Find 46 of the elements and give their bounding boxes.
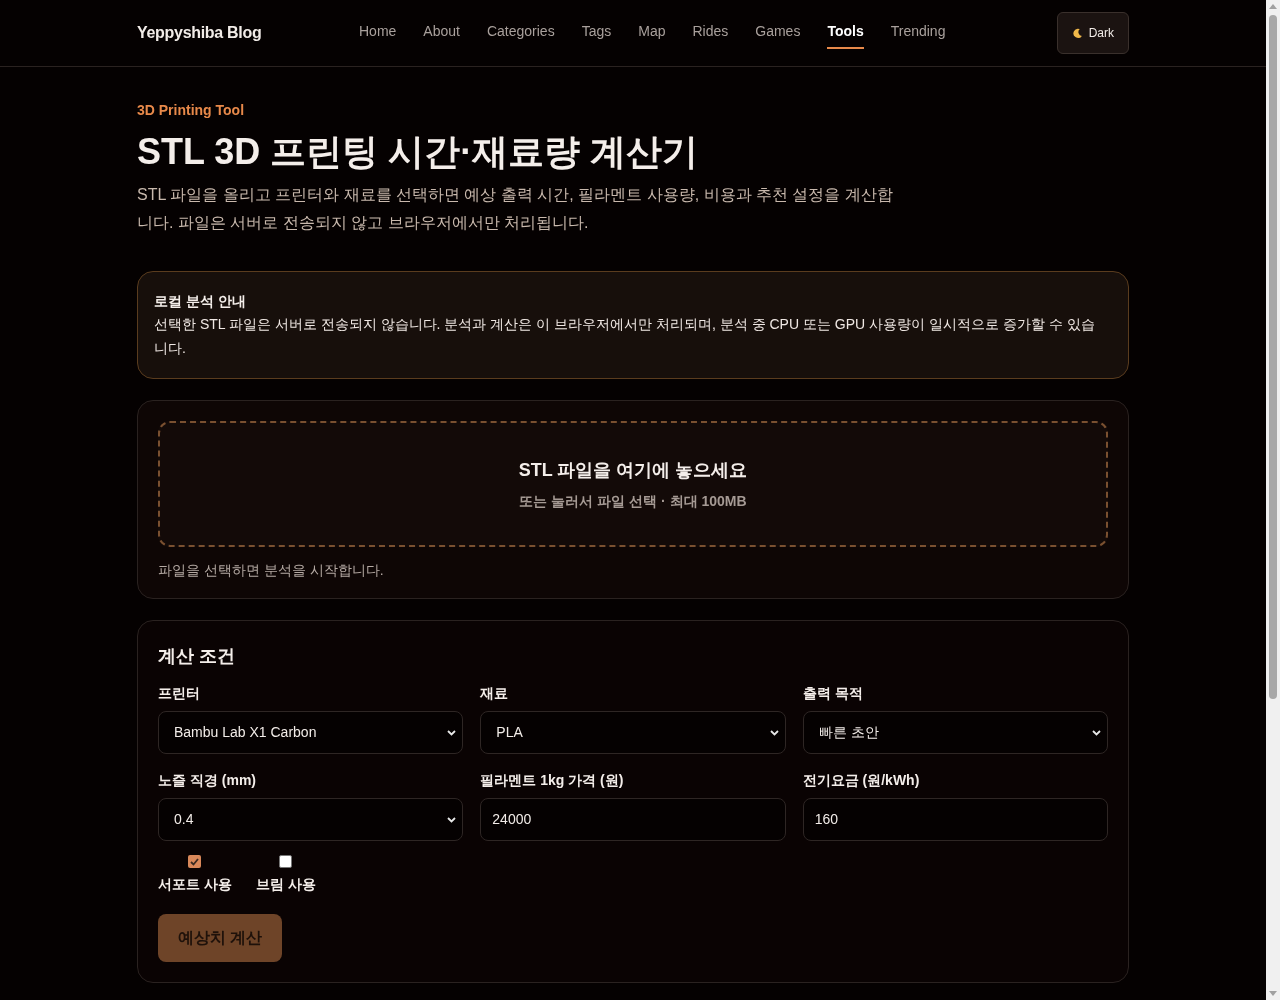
checkbox[interactable]	[279, 855, 293, 868]
input-field[interactable]: 160	[802, 798, 1108, 841]
chevron-down-icon	[447, 729, 457, 736]
field-label: 노즐 직경 (mm)	[158, 771, 257, 790]
nav-link[interactable]: About	[423, 17, 460, 49]
nav-link[interactable]: Tools	[827, 17, 864, 49]
select-dropdown[interactable]: 빠른 초안	[802, 711, 1108, 754]
field-label: 프린터	[158, 684, 201, 703]
scrollbar[interactable]	[1266, 0, 1280, 1000]
page-description: STL 파일을 올리고 프린터와 재료를 선택하면 예상 출력 시간, 필라멘트 사용량, 비용과 추천 설정을 계산합니다. 파일은 서버로 전송되지 않고 브라우저에서만 처리됩니다.	[137, 185, 894, 233]
nav-link[interactable]: Tags	[581, 17, 612, 49]
scroll-down-arrow-icon[interactable]	[1269, 991, 1277, 996]
chevron-down-icon	[1092, 729, 1101, 736]
field-label: 필라멘트 1kg 가격 (원)	[480, 771, 625, 790]
checkbox[interactable]	[188, 855, 202, 868]
nav-link[interactable]: Trending	[890, 17, 946, 49]
select-dropdown[interactable]: PLA	[480, 711, 786, 754]
page-eyebrow: 3D Printing Tool	[137, 101, 246, 119]
input-field[interactable]: 24000	[480, 798, 786, 841]
nav-link[interactable]: Rides	[692, 17, 729, 49]
form-title: 계산 조건	[158, 645, 236, 668]
nav-link[interactable]: Games	[755, 17, 801, 49]
scrollbar-thumb[interactable]	[1269, 15, 1277, 699]
drop-zone-title: STL 파일을 여기에 놓으세요	[518, 459, 748, 482]
select-dropdown[interactable]: Bambu Lab X1 Carbon	[158, 711, 464, 754]
chevron-down-icon	[447, 816, 457, 823]
notice-title: 로컬 분석 안내	[154, 292, 247, 311]
field-label: 재료	[480, 684, 510, 703]
checkbox-label: 브림 사용	[255, 875, 316, 894]
select-dropdown[interactable]: 0.4	[158, 798, 464, 841]
page-title: STL 3D 프린팅 시간·재료량 계산기	[137, 130, 700, 174]
nav-link[interactable]: Home	[359, 17, 397, 49]
nav-link[interactable]: Map	[638, 17, 666, 49]
upload-status-text: 파일을 선택하면 분석을 시작합니다.	[158, 561, 385, 580]
scroll-up-arrow-icon[interactable]	[1269, 4, 1277, 9]
theme-toggle-button[interactable]: Dark	[1056, 12, 1129, 54]
field-label: 전기요금 (원/kWh)	[802, 771, 921, 790]
file-drop-zone[interactable]: STL 파일을 여기에 놓으세요 또는 눌러서 파일 선택 · 최대 100MB	[158, 421, 1108, 547]
checkbox-label: 서포트 사용	[158, 875, 232, 894]
field-label: 출력 목적	[802, 684, 864, 703]
chevron-down-icon	[769, 729, 779, 736]
notice-text: 선택한 STL 파일은 서버로 전송되지 않습니다. 분석과 계산은 이 브라우저에서만 처리되며, 분석 중 CPU 또는 GPU 사용량이 일시적으로 증가할 수 있습니다.	[154, 315, 1096, 358]
moon-icon	[1071, 27, 1083, 39]
drop-zone-hint: 또는 눌러서 파일 선택 · 최대 100MB	[519, 492, 747, 510]
blog-brand[interactable]: Yeppyshiba Blog	[137, 21, 262, 45]
nav-link[interactable]: Categories	[486, 17, 555, 49]
